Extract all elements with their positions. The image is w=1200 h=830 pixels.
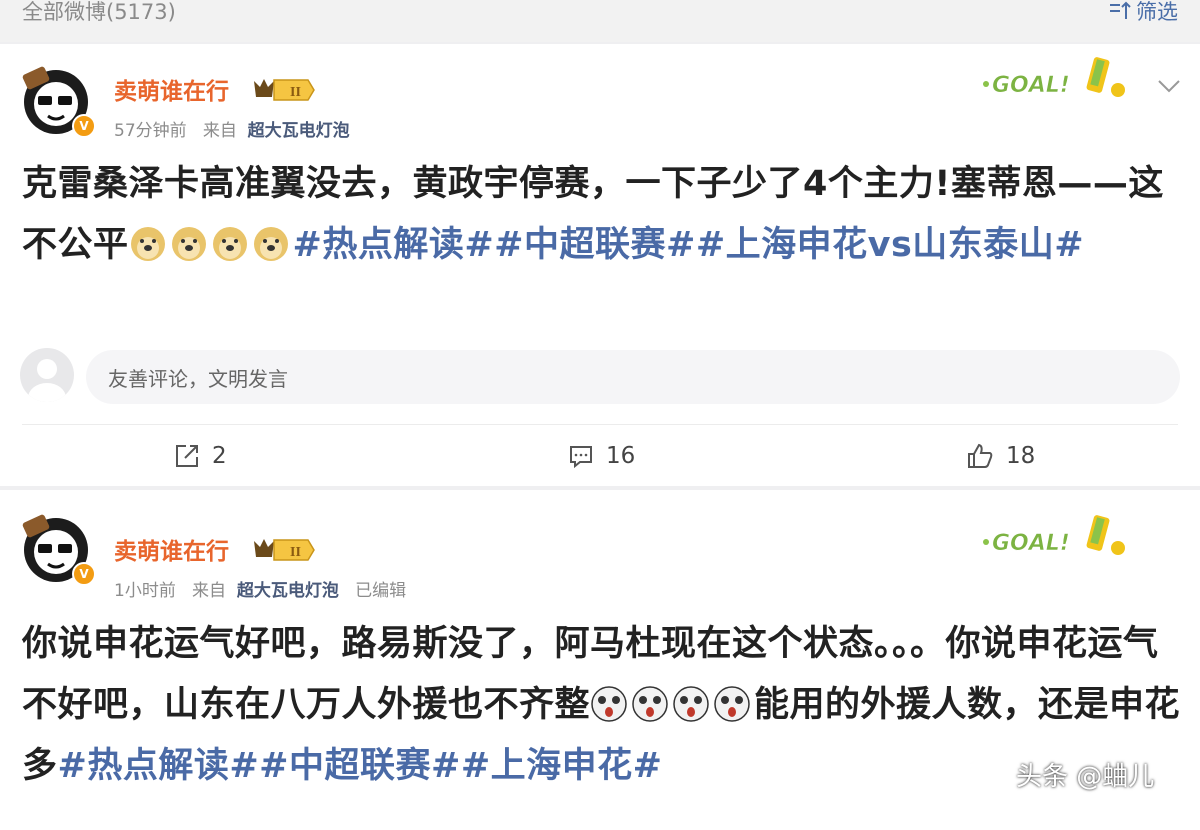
- post-source[interactable]: 超大瓦电灯泡: [248, 121, 350, 141]
- svg-text:II: II: [290, 545, 301, 560]
- post-text: 你说申花运气好吧，路易斯没了，阿马杜现在这个状态。。。你说申花运气不好吧，山东在…: [22, 614, 1182, 797]
- comment-count: 16: [606, 443, 636, 469]
- post-time: 57分钟前: [114, 121, 187, 141]
- panda-emoji-group: [590, 685, 754, 725]
- weibo-count: 全部微博(5173): [22, 0, 176, 24]
- default-avatar-icon: [28, 359, 66, 402]
- username[interactable]: 卖萌谁在行: [114, 532, 229, 566]
- filter-label: 筛选: [1136, 0, 1178, 24]
- avatar[interactable]: V: [20, 512, 96, 586]
- post-time: 1小时前: [114, 581, 176, 601]
- like-button[interactable]: 18: [966, 438, 1035, 474]
- doge-emoji-group: [129, 225, 293, 265]
- post-meta: 1小时前 来自 超大瓦电灯泡 已编辑: [114, 576, 406, 601]
- top-bar: 全部微博(5173) 筛选: [0, 0, 1200, 42]
- shocked-emoji-icon: [632, 686, 668, 722]
- level-badge-icon: II: [254, 539, 315, 561]
- doge-emoji-icon: [171, 227, 206, 261]
- post-text: 克雷桑泽卡高准翼没去，黄政宇停赛，一下子少了4个主力!塞蒂恩——这不公平 #热点解…: [22, 154, 1182, 276]
- svg-text:II: II: [290, 85, 301, 100]
- repost-icon: [176, 445, 198, 467]
- topic-tags[interactable]: #热点解读##中超联赛##上海申花#: [58, 746, 663, 786]
- chevron-down-icon[interactable]: [1156, 78, 1182, 94]
- commenter-avatar: [20, 348, 74, 402]
- from-label: 来自: [192, 581, 227, 601]
- topic-tags[interactable]: #热点解读##中超联赛##上海申花vs山东泰山#: [293, 225, 1085, 265]
- filter-button[interactable]: 筛选: [1108, 0, 1178, 26]
- username[interactable]: 卖萌谁在行: [114, 72, 229, 106]
- post-source[interactable]: 超大瓦电灯泡: [237, 581, 339, 601]
- comment-icon: [570, 446, 592, 469]
- verified-badge-icon: V: [72, 114, 96, 138]
- comment-button[interactable]: 16: [568, 438, 635, 474]
- like-count: 18: [1006, 443, 1036, 469]
- post-card: V 卖萌谁在行 II 57分钟前 来自 超大瓦电灯泡 GOAL! 克雷桑泽卡高准…: [0, 44, 1200, 486]
- shocked-emoji-icon: [673, 686, 709, 722]
- shocked-emoji-icon: [591, 686, 627, 722]
- goal-sticker-icon: GOAL!: [983, 57, 1125, 98]
- repost-button[interactable]: 2: [174, 438, 227, 474]
- doge-emoji-icon: [130, 227, 165, 261]
- avatar[interactable]: V: [20, 64, 96, 138]
- from-label: 来自: [202, 121, 237, 141]
- svg-text:GOAL!: GOAL!: [992, 531, 1070, 556]
- doge-emoji-icon: [253, 227, 288, 261]
- watermark: 头条 @蛐儿: [1016, 762, 1155, 792]
- goal-sticker-icon: GOAL!: [983, 515, 1125, 556]
- level-badge-icon: II: [254, 79, 315, 101]
- post-meta: 57分钟前 来自 超大瓦电灯泡: [114, 116, 350, 141]
- comment-placeholder: 友善评论，文明发言: [108, 367, 288, 391]
- filter-icon: [1110, 1, 1131, 19]
- edited-label: 已编辑: [355, 581, 407, 601]
- verified-badge-icon: V: [72, 562, 96, 586]
- repost-count: 2: [212, 443, 227, 469]
- shocked-emoji-icon: [714, 686, 750, 722]
- divider: [22, 424, 1178, 425]
- svg-text:GOAL!: GOAL!: [992, 73, 1070, 98]
- comment-input[interactable]: 友善评论，文明发言: [86, 350, 1180, 404]
- thumbs-up-icon: [968, 443, 993, 468]
- doge-emoji-icon: [212, 227, 247, 261]
